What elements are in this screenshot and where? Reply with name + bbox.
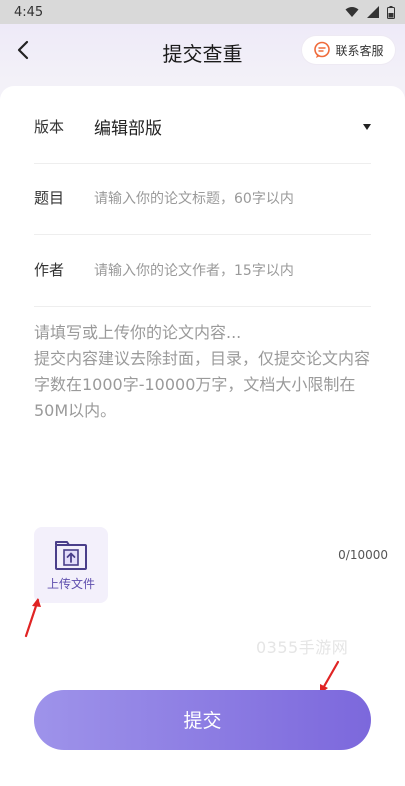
- contact-service-label: 联系客服: [335, 43, 384, 58]
- character-counter: 0/10000: [338, 548, 388, 562]
- submit-label: 提交: [183, 710, 222, 732]
- content-textarea[interactable]: 请填写或上传你的论文内容... 提交内容建议去除封面，目录，仅提交论文内容字数在…: [34, 320, 383, 424]
- author-row: 作者 请输入你的论文作者，15字以内: [34, 233, 371, 307]
- submit-button[interactable]: 提交: [34, 690, 371, 750]
- contact-service-button[interactable]: 联系客服: [302, 36, 395, 64]
- wifi-icon: [345, 7, 359, 17]
- version-value: 编辑部版: [94, 119, 162, 139]
- version-label: 版本: [34, 118, 65, 136]
- topic-row: 题目 请输入你的论文标题，60字以内: [34, 161, 371, 235]
- topic-label: 题目: [34, 189, 65, 207]
- watermark: 0355手游网: [256, 638, 349, 657]
- status-time: 4:45: [14, 4, 44, 20]
- author-label: 作者: [34, 261, 65, 279]
- upload-file-button[interactable]: 上传文件: [34, 527, 108, 603]
- topic-input[interactable]: 请输入你的论文标题，60字以内: [94, 188, 371, 208]
- battery-icon: [387, 5, 395, 19]
- version-selector[interactable]: 版本 编辑部版: [34, 90, 371, 164]
- annotation-arrow-icon: [24, 598, 41, 638]
- status-bar: 4:45: [0, 0, 405, 24]
- author-input[interactable]: 请输入你的论文作者，15字以内: [94, 260, 371, 280]
- signal-icon: [367, 6, 379, 18]
- dropdown-caret-icon: [363, 123, 371, 130]
- folder-upload-icon: [55, 540, 87, 570]
- app-header: 提交查重 联系客服: [0, 24, 405, 80]
- chat-bubble-icon: [314, 41, 331, 58]
- upload-file-label: 上传文件: [46, 576, 95, 591]
- status-icons: [345, 5, 395, 19]
